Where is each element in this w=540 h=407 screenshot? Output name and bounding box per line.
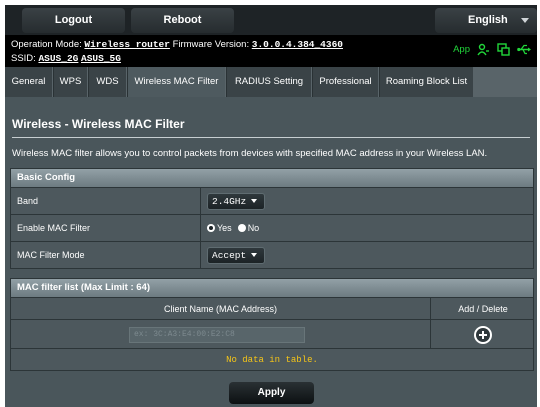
ssid-5g-link[interactable]: ASUS_5G (81, 53, 121, 64)
basic-config-header: Basic Config (11, 169, 533, 187)
app-link[interactable]: App (453, 43, 470, 56)
mac-filter-list-header: MAC filter list (Max Limit : 64) (11, 279, 533, 297)
page-description: Wireless MAC filter allows you to contro… (12, 148, 488, 159)
tab-radius-setting[interactable]: RADIUS Setting (226, 67, 311, 97)
reboot-button[interactable]: Reboot (131, 8, 234, 33)
tab-roaming-block-list[interactable]: Roaming Block List (379, 67, 473, 97)
enable-yes-radio[interactable]: Yes (207, 223, 232, 233)
usb-icon[interactable] (517, 43, 531, 56)
main-panel: Wireless - Wireless MAC Filter Wireless … (5, 97, 537, 407)
empty-table-message: No data in table. (11, 348, 533, 370)
title-divider (12, 137, 530, 138)
add-icon[interactable] (474, 326, 492, 344)
mac-list-column-headers: Client Name (MAC Address) Add / Delete (11, 297, 533, 319)
mac-filter-list-table: MAC filter list (Max Limit : 64) Client … (10, 278, 534, 371)
ssid-2g-link[interactable]: ASUS_2G (38, 53, 78, 64)
mac-input-row: ex: 3C:A3:E4:00:E2:C8 (11, 319, 533, 348)
firmware-link[interactable]: 3.0.0.4.384_4360 (252, 39, 343, 50)
band-value: 2.4GHz (212, 195, 247, 207)
add-delete-column-header: Add / Delete (458, 304, 508, 314)
tab-bar: General WPS WDS Wireless MAC Filter RADI… (5, 67, 537, 97)
language-select[interactable]: English (435, 8, 537, 33)
mac-address-input[interactable]: ex: 3C:A3:E4:00:E2:C8 (129, 327, 305, 343)
logout-button[interactable]: Logout (22, 8, 125, 33)
enable-no-radio[interactable]: No (237, 223, 260, 233)
operation-mode-label: Operation Mode: (11, 39, 82, 50)
mac-filter-mode-select[interactable]: Accept (207, 246, 266, 264)
ssid-label: SSID: (11, 53, 36, 64)
band-label: Band (11, 188, 201, 214)
status-icons: App (453, 43, 531, 56)
enable-mac-filter-row: Enable MAC Filter Yes No (11, 214, 533, 241)
tab-general[interactable]: General (5, 67, 52, 97)
firmware-label: Firmware Version: (172, 39, 250, 50)
language-label: English (468, 14, 508, 26)
enable-mac-filter-label: Enable MAC Filter (11, 215, 201, 241)
mac-filter-mode-value: Accept (212, 249, 247, 261)
band-select[interactable]: 2.4GHz (207, 192, 266, 210)
client-name-column-header: Client Name (MAC Address) (11, 298, 431, 319)
ssid-line: SSID: ASUS_2G ASUS_5G (11, 52, 121, 65)
chevron-down-icon (251, 253, 258, 257)
enable-yes-label: Yes (217, 223, 232, 233)
band-row: Band 2.4GHz (11, 187, 533, 214)
radio-checked-icon (207, 224, 215, 232)
operation-mode-link[interactable]: Wireless router (84, 39, 170, 50)
chevron-down-icon (521, 18, 529, 23)
page-title: Wireless - Wireless MAC Filter (12, 117, 185, 131)
status-bar: Operation Mode: Wireless router Firmware… (5, 35, 537, 67)
tab-professional[interactable]: Professional (312, 67, 378, 97)
operation-mode-line: Operation Mode: Wireless router Firmware… (11, 38, 343, 51)
tab-wps[interactable]: WPS (53, 67, 87, 97)
top-bar: Logout Reboot English (5, 5, 537, 35)
tab-wds[interactable]: WDS (88, 67, 126, 97)
client-user-icon[interactable] (477, 43, 490, 56)
radio-unchecked-icon (237, 224, 246, 232)
chevron-down-icon (251, 199, 258, 203)
devices-icon[interactable] (497, 43, 510, 56)
tab-wireless-mac-filter[interactable]: Wireless MAC Filter (127, 67, 225, 97)
mac-filter-mode-label: MAC Filter Mode (11, 242, 201, 268)
enable-no-label: No (247, 223, 260, 233)
mac-filter-mode-row: MAC Filter Mode Accept (11, 241, 533, 268)
apply-button[interactable]: Apply (229, 382, 314, 404)
basic-config-table: Basic Config Band 2.4GHz Enable MAC Filt… (10, 168, 534, 269)
